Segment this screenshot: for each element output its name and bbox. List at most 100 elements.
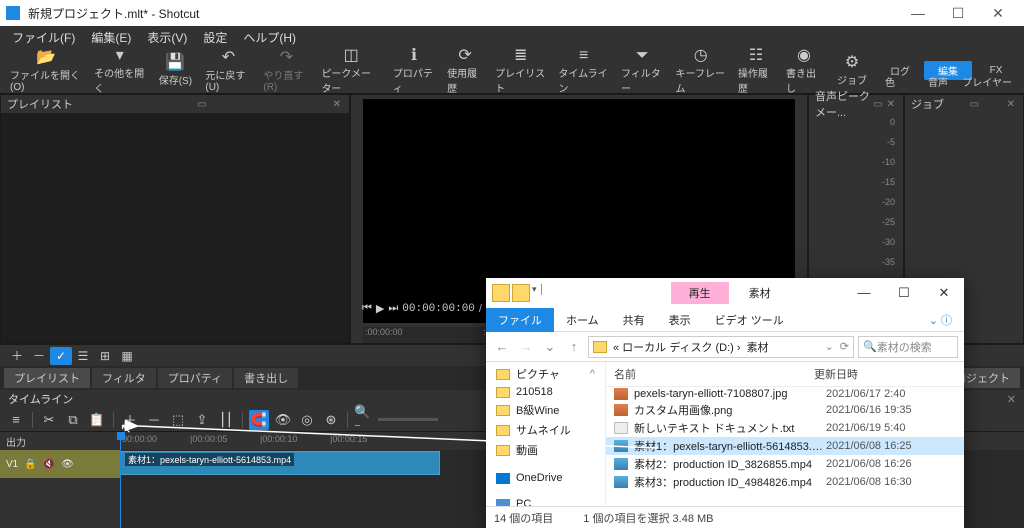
zoom-out-button[interactable]: 🔍⁻ [354,410,374,430]
nav-onedrive[interactable]: OneDrive [486,470,605,486]
nav-up-button[interactable]: ↑ [564,339,584,354]
play-button[interactable]: ▶ [376,302,384,315]
track-header-v1[interactable]: V1 🔒 🔇 👁 [0,450,120,478]
panel-menu-icon[interactable]: ▭ [195,99,208,110]
thumb-view-button[interactable]: ▦ [116,347,138,365]
cut-button[interactable]: ✂ [39,410,59,430]
file-row[interactable]: カスタム用画像.png2021/06/16 19:35 [606,401,964,419]
add-button[interactable]: ＋ [6,347,28,365]
ribbon-view[interactable]: 表示 [657,308,703,332]
address-path[interactable]: « ローカル ディスク (D:) › 素材 ⌄ ⟳ [588,336,854,358]
ribbon-expand-icon[interactable]: ⌄ ⓘ [917,308,964,332]
keyframe-button[interactable]: ◷キーフレーム [670,45,732,97]
panel-menu-icon[interactable]: ▭ [968,99,981,110]
column-headers[interactable]: 名前 更新日時 [606,362,964,387]
undo-button[interactable]: ↶元に戻す(U) [199,47,257,95]
paste-button[interactable]: 📋 [87,410,107,430]
panel-close-icon[interactable]: ✕ [1005,99,1017,110]
file-name: 新しいテキスト ドキュメント.txt [634,420,826,436]
redo-button[interactable]: ↷やり直す(R) [257,47,315,95]
col-date[interactable]: 更新日時 [806,362,916,386]
file-row[interactable]: pexels-taryn-elliott-7108807.jpg2021/06/… [606,387,964,401]
tab-filter[interactable]: フィルタ [92,368,156,388]
nav-recent-icon[interactable]: ⌄ [540,339,560,355]
nav-back-button[interactable]: ← [492,339,512,354]
panel-close-icon[interactable]: ✕ [331,99,343,110]
nav-item[interactable]: 動画 [486,440,605,460]
nav-item[interactable]: サムネイル [486,420,605,440]
check-button[interactable]: ✓ [50,347,72,365]
ribbon-share[interactable]: 共有 [611,308,657,332]
play-contextual-tab[interactable]: 再生 [671,282,729,304]
file-row[interactable]: 素材1：pexels-taryn-elliott-5614853.mp42021… [606,437,964,455]
nav-pc[interactable]: PC [486,496,605,506]
panel-close-icon[interactable]: ✕ [1007,393,1016,406]
next-button[interactable]: ⏭ [388,302,398,315]
nav-item[interactable]: 210518 [486,384,605,400]
tab-property[interactable]: プロパティ [158,368,232,388]
peakmeter-button[interactable]: ◫ピークメーター [315,45,386,97]
exp-minimize-button[interactable]: — [844,285,884,301]
ribbon-videotool[interactable]: ビデオ ツール [703,308,796,332]
bars-icon: ◫ [344,47,359,65]
split-button[interactable]: ⎮⎮ [216,410,236,430]
playlist-button[interactable]: ≣プレイリスト [489,45,552,97]
mute-icon[interactable]: 🔇 [43,459,55,470]
refresh-icon[interactable]: ⟳ [840,340,849,353]
history-button[interactable]: ⟳使用履歴 [441,45,489,97]
explorer-nav-pane[interactable]: ピクチャ^ 210518 B級Wine サムネイル 動画 OneDrive PC [486,362,606,506]
zoom-slider[interactable] [378,410,438,430]
ripple-all-button[interactable]: ⊛ [321,410,341,430]
nav-forward-button[interactable]: → [516,339,536,354]
ripple-button[interactable]: ◎ [297,410,317,430]
panel-close-icon[interactable]: ✕ [885,99,897,110]
grid-view-button[interactable]: ⊞ [94,347,116,365]
save-icon: 💾 [165,54,185,72]
ribbon-file[interactable]: ファイル [486,308,554,332]
menu-settings[interactable]: 設定 [195,27,235,48]
panel-menu-icon[interactable]: ▭ [871,99,884,110]
file-row[interactable]: 素材3：production ID_4984826.mp42021/06/08 … [606,473,964,491]
file-row[interactable]: 素材2：production ID_3826855.mp42021/06/08 … [606,455,964,473]
tab-playlist[interactable]: プレイリスト [4,368,90,388]
menu-button[interactable]: ≡ [6,410,26,430]
open-file-button[interactable]: 📂ファイルを開く(O) [4,47,88,95]
explorer-file-list[interactable]: 名前 更新日時 pexels-taryn-elliott-7108807.jpg… [606,362,964,506]
save-button[interactable]: 💾保存(S) [151,52,199,89]
search-box[interactable]: 🔍 素材の検索 [858,336,958,358]
prev-button[interactable]: ⏮ [362,302,372,315]
delete-button[interactable]: － [144,410,164,430]
exp-maximize-button[interactable]: ☐ [884,285,924,301]
maximize-button[interactable]: ☐ [938,5,978,22]
filter-button[interactable]: ⏷フィルター [615,45,670,97]
ribbon-home[interactable]: ホーム [554,308,611,332]
copy-button[interactable]: ⧉ [63,410,83,430]
color-button[interactable]: 色 [866,72,914,91]
minimize-button[interactable]: — [898,5,938,21]
lock-icon[interactable]: 🔒 [24,459,36,470]
timeline-button[interactable]: ≡タイムライン [552,45,615,97]
open-other-button[interactable]: ▾その他を開く [88,45,151,97]
close-button[interactable]: ✕ [978,5,1018,22]
hide-icon[interactable]: 👁 [61,459,74,470]
scrub-button[interactable]: 👁 [273,410,293,430]
file-row[interactable]: 新しいテキスト ドキュメント.txt2021/06/19 5:40 [606,419,964,437]
playhead[interactable] [120,432,121,528]
timeline-clip[interactable]: 素材1：pexels-taryn-elliott-5614853.mp4 [120,451,440,475]
audio-button[interactable]: 音声 [914,72,962,91]
nav-item[interactable]: B級Wine [486,400,605,420]
player-button[interactable]: プレイヤー [956,72,1018,91]
list-view-button[interactable]: ☰ [72,347,94,365]
col-name[interactable]: 名前 [606,362,806,386]
nav-item[interactable]: ピクチャ^ [486,364,605,384]
property-button[interactable]: ℹプロパティ [387,45,441,97]
remove-button[interactable]: － [28,347,50,365]
overwrite-button[interactable]: ⬚ [168,410,188,430]
exp-close-button[interactable]: ✕ [924,285,964,301]
snap-button[interactable]: 🧲 [249,410,269,430]
menu-help[interactable]: ヘルプ(H) [235,27,304,48]
lift-button[interactable]: ⇪ [192,410,212,430]
menu-file[interactable]: ファイル(F) [4,27,83,48]
ophistory-button[interactable]: ☷操作履歴 [732,45,780,97]
tab-export[interactable]: 書き出し [234,368,298,388]
